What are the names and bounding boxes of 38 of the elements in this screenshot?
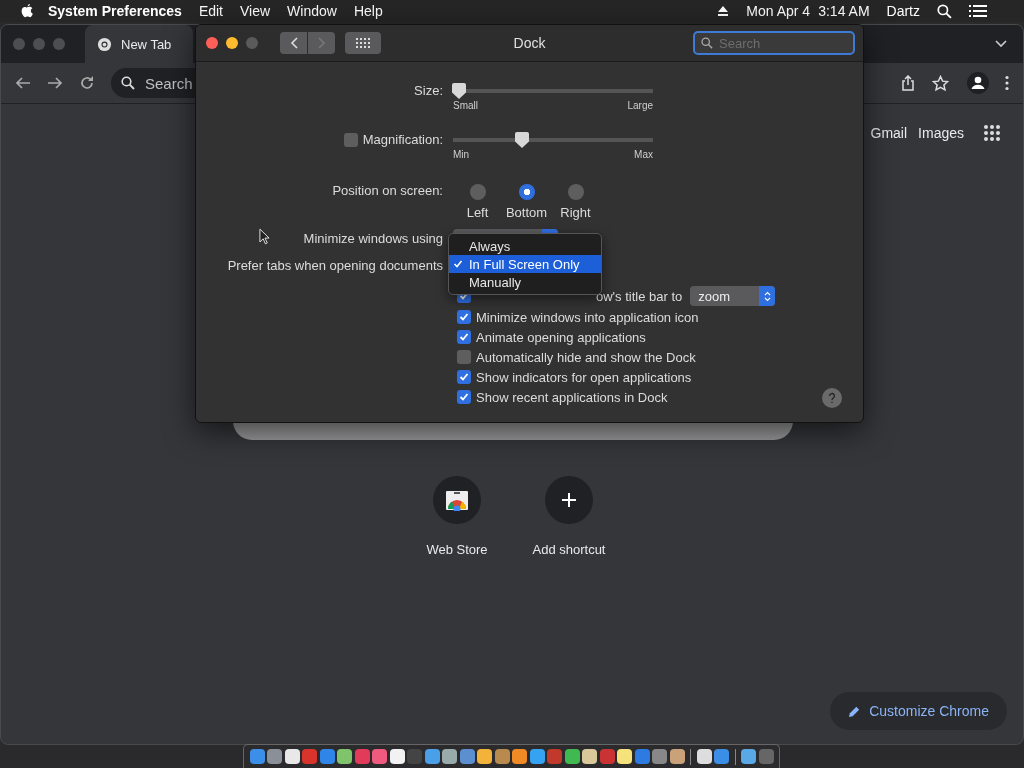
menu-item[interactable]: Always bbox=[449, 237, 601, 255]
min-label: Min bbox=[453, 149, 470, 160]
option-label: Show indicators for open applications bbox=[476, 369, 692, 385]
menu-item[interactable]: View bbox=[240, 3, 271, 19]
header-link[interactable]: Images bbox=[918, 125, 964, 141]
menu-item[interactable]: Manually bbox=[449, 273, 601, 291]
menu-item[interactable]: Help bbox=[353, 3, 383, 19]
menu-bar-time: 3:14 AM bbox=[818, 3, 870, 19]
menu-bar-date: Mon Apr 4 bbox=[746, 3, 811, 19]
size-label: Size: bbox=[414, 82, 443, 100]
app-menu[interactable]: System Preferences bbox=[48, 3, 182, 19]
magnification-label: Magnification: bbox=[362, 131, 443, 149]
shortcut-tile[interactable]: Add shortcut bbox=[529, 476, 609, 557]
address-bar[interactable]: Search bbox=[111, 68, 195, 98]
shortcut-tile[interactable]: Web Store bbox=[417, 476, 497, 557]
window-title: Dock bbox=[512, 35, 547, 51]
double-click-label: ow's title bar to bbox=[596, 288, 683, 304]
prefer-tabs-label: Prefer tabs when opening documents bbox=[227, 257, 443, 275]
option-label: Minimize windows into application icon bbox=[476, 309, 699, 325]
minimize-label: Minimize windows using bbox=[303, 230, 443, 248]
double-click-popup[interactable]: zoom bbox=[690, 286, 776, 306]
radio-label: Bottom bbox=[505, 205, 548, 220]
radio-label: Right bbox=[560, 205, 591, 220]
menu-item[interactable]: Edit bbox=[198, 3, 223, 19]
header-link[interactable]: Gmail bbox=[870, 125, 908, 141]
browser-tab[interactable]: New Tab bbox=[85, 25, 193, 63]
max-label: Max bbox=[634, 149, 653, 160]
option-label: Animate opening applications bbox=[476, 329, 646, 345]
menu-item[interactable]: In Full Screen Only bbox=[449, 255, 601, 273]
min-label: Small bbox=[453, 100, 478, 111]
option-label: Automatically hide and show the Dock bbox=[476, 349, 696, 365]
user-name[interactable]: Dartz bbox=[886, 3, 920, 19]
menu-item[interactable]: Window bbox=[287, 3, 337, 19]
max-label: Large bbox=[627, 100, 653, 111]
radio-label: Left bbox=[466, 205, 489, 220]
option-label: Show recent applications in Dock bbox=[476, 389, 668, 405]
position-label: Position on screen: bbox=[332, 182, 443, 200]
customize-button[interactable]: Customize Chrome bbox=[830, 692, 1007, 730]
